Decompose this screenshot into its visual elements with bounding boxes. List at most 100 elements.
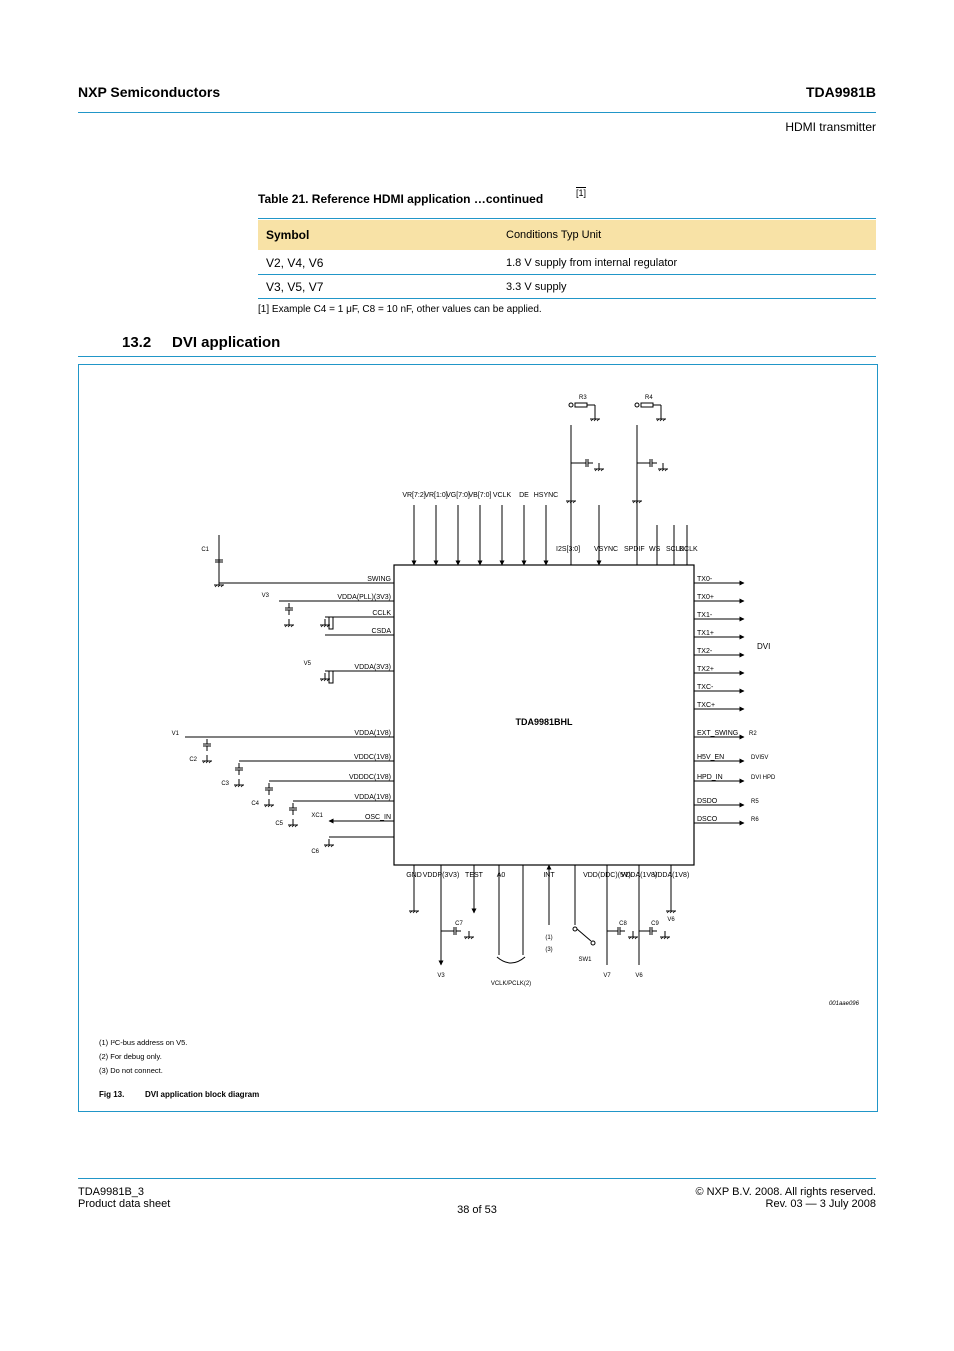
footer-page: 38 of 53: [0, 1204, 954, 1216]
svg-text:R3: R3: [579, 395, 587, 401]
figure-caption-num: Fig 13.: [99, 1090, 124, 1099]
svg-text:C5: C5: [275, 821, 283, 827]
svg-text:DCLK: DCLK: [679, 546, 698, 553]
circuit-diagram: TDA9981BHL VR[7:2] VR[1:0] VG[7:0]: [79, 365, 877, 1111]
svg-text:V3: V3: [262, 593, 270, 599]
svg-text:DE: DE: [519, 492, 529, 499]
section-title: DVI application: [172, 334, 280, 351]
svg-text:TX0-: TX0-: [697, 576, 713, 583]
svg-text:SW1: SW1: [578, 957, 592, 963]
svg-text:TX1-: TX1-: [697, 612, 713, 619]
page: NXP Semiconductors TDA9981B HDMI transmi…: [0, 0, 954, 1351]
svg-text:VB[7:0]: VB[7:0]: [469, 492, 492, 499]
svg-text:TX1+: TX1+: [697, 630, 714, 637]
svg-text:TX2+: TX2+: [697, 666, 714, 673]
table-cell-value: 1.8 V supply from internal regulator: [506, 257, 876, 269]
svg-text:VDDC(1V8): VDDC(1V8): [354, 754, 391, 761]
figure-note-1: (1) I²C-bus address on V5.: [99, 1038, 187, 1047]
table-header-row: Symbol Conditions Typ Unit: [258, 220, 876, 250]
svg-text:WS: WS: [649, 546, 661, 553]
svg-text:I2S[3:0]: I2S[3:0]: [556, 546, 580, 553]
table-cell-symbol: V3, V5, V7: [258, 280, 506, 294]
figure-note-3: (3) Do not connect.: [99, 1066, 163, 1075]
table-header-symbol: Symbol: [258, 228, 506, 242]
svg-text:VR[7:2]: VR[7:2]: [402, 492, 425, 499]
svg-text:C9: C9: [651, 921, 659, 927]
table-top-rule: [258, 218, 876, 219]
svg-text:CSDA: CSDA: [372, 628, 392, 635]
table-row-rule: [258, 274, 876, 275]
svg-text:DSCO: DSCO: [697, 816, 718, 823]
footer-rule: [78, 1178, 876, 1179]
table-cell-value: 3.3 V supply: [506, 281, 876, 293]
table-row: V2, V4, V6 1.8 V supply from internal re…: [258, 252, 876, 274]
table-footnote: [1] Example C4 = 1 μF, C8 = 10 nF, other…: [258, 304, 542, 315]
svg-text:SWING: SWING: [367, 576, 391, 583]
figure-caption-text: DVI application block diagram: [145, 1090, 259, 1099]
header-rule: [78, 112, 876, 113]
svg-text:VDDA(3V3): VDDA(3V3): [354, 664, 391, 671]
svg-text:HSYNC: HSYNC: [534, 492, 559, 499]
svg-text:VR[1:0]: VR[1:0]: [424, 492, 447, 499]
table-cell-symbol: V2, V4, V6: [258, 256, 506, 270]
svg-text:C8: C8: [619, 921, 627, 927]
svg-text:VSYNC: VSYNC: [594, 546, 618, 553]
table-header-cols: Conditions Typ Unit: [506, 229, 876, 241]
svg-text:CCLK: CCLK: [372, 610, 391, 617]
subtitle: HDMI transmitter: [785, 120, 876, 134]
svg-text:DVI: DVI: [757, 642, 770, 651]
svg-text:H5V_EN: H5V_EN: [697, 754, 724, 761]
svg-text:V7: V7: [603, 973, 611, 979]
svg-text:C6: C6: [311, 849, 319, 855]
svg-text:R5: R5: [751, 799, 759, 805]
svg-text:INT: INT: [543, 872, 555, 879]
svg-text:TEST: TEST: [465, 872, 484, 879]
top-pins: VR[7:2] VR[1:0] VG[7:0] VB[7:0] VCLK: [402, 395, 698, 565]
svg-text:C1: C1: [201, 547, 209, 553]
svg-text:C7: C7: [455, 921, 463, 927]
svg-text:A0: A0: [497, 872, 506, 879]
svg-text:C4: C4: [251, 801, 259, 807]
svg-text:VDDA(1V8): VDDA(1V8): [354, 794, 391, 801]
svg-text:DVI HPD: DVI HPD: [751, 775, 776, 781]
chip-label: TDA9981BHL: [515, 717, 573, 727]
svg-text:V3: V3: [437, 973, 445, 979]
table-note-ref: [1]: [576, 188, 586, 198]
svg-text:TXC+: TXC+: [697, 702, 715, 709]
svg-text:R4: R4: [645, 395, 653, 401]
table-caption: Table 21. Reference HDMI application …co…: [258, 192, 543, 206]
svg-text:(1): (1): [545, 935, 552, 941]
svg-text:V6: V6: [667, 917, 675, 923]
svg-text:GND: GND: [406, 872, 422, 879]
svg-text:DVI5V: DVI5V: [751, 755, 768, 761]
svg-text:TX2-: TX2-: [697, 648, 713, 655]
left-pins: SWING C1 V3 VDDA(PLL)(3V3) CCLK CSDA VDD: [172, 535, 394, 855]
svg-text:SPDIF: SPDIF: [624, 546, 645, 553]
svg-text:C2: C2: [189, 757, 197, 763]
svg-text:VCLK: VCLK: [493, 492, 512, 499]
product-name: TDA9981B: [806, 84, 876, 100]
section-rule: [78, 356, 876, 357]
svg-text:VDDP(3V3): VDDP(3V3): [423, 872, 460, 879]
bottom-pins: GND VDDP(3V3) V3 C7 TEST VCLK/PCLK(2) A0: [406, 865, 689, 987]
svg-text:TXC-: TXC-: [697, 684, 714, 691]
section-number: 13.2: [122, 334, 151, 351]
figure-note-2: (2) For debug only.: [99, 1052, 162, 1061]
vendor-name: NXP Semiconductors: [78, 84, 220, 100]
svg-text:VDDDC(1V8): VDDDC(1V8): [349, 774, 391, 781]
svg-text:EXT_SWING: EXT_SWING: [697, 730, 738, 737]
svg-text:VDDA(PLL)(3V3): VDDA(PLL)(3V3): [337, 594, 391, 601]
svg-text:V1: V1: [172, 731, 180, 737]
svg-text:DSDO: DSDO: [697, 798, 718, 805]
svg-text:(3): (3): [545, 947, 552, 953]
svg-text:VDDA(1V8): VDDA(1V8): [354, 730, 391, 737]
svg-text:R2: R2: [749, 731, 757, 737]
table-row: V3, V5, V7 3.3 V supply: [258, 276, 876, 298]
right-pins: TX0- TX0+ TX1- TX1+ TX2- TX2+ TXC- TXC+ …: [694, 576, 776, 823]
svg-text:XC1: XC1: [311, 813, 323, 819]
svg-text:VG[7:0]: VG[7:0]: [446, 492, 470, 499]
svg-text:HPD_IN: HPD_IN: [697, 774, 723, 781]
svg-text:C3: C3: [221, 781, 229, 787]
table-bottom-rule: [258, 298, 876, 299]
svg-text:V5: V5: [304, 661, 312, 667]
